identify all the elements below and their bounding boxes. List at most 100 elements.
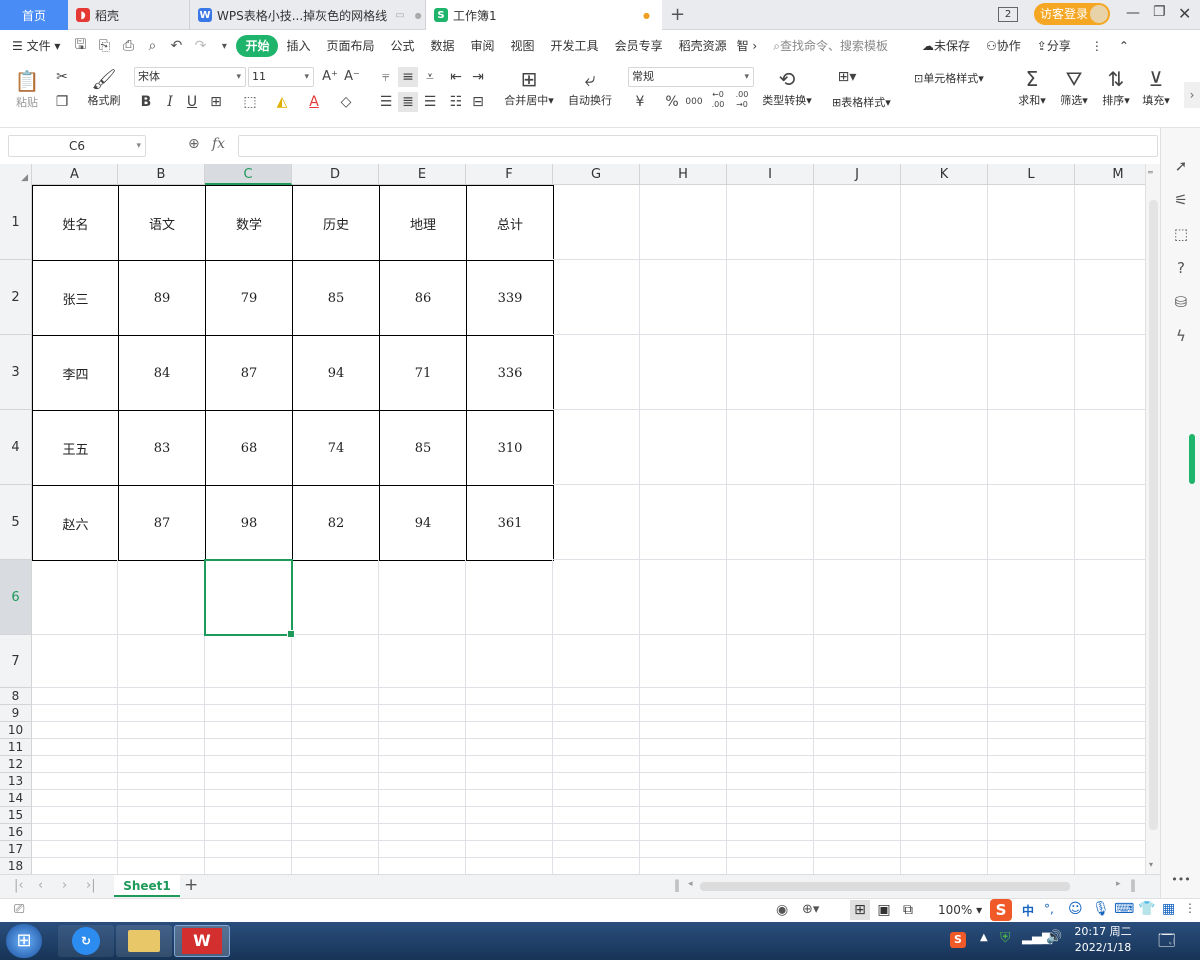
cell-D11[interactable] [292, 739, 379, 756]
cell-M15[interactable] [1075, 807, 1145, 824]
cell-M1[interactable] [1075, 185, 1145, 260]
cell-K15[interactable] [901, 807, 988, 824]
cell-B5[interactable]: 87 [118, 485, 206, 561]
cell-E12[interactable] [379, 756, 466, 773]
cell-E18[interactable] [379, 858, 466, 874]
print-icon[interactable]: ⎙ [116, 38, 140, 54]
row-header-2[interactable]: 2 [0, 260, 32, 335]
cell-C1[interactable]: 数学 [205, 185, 293, 261]
tray-sogou-icon[interactable]: S [950, 932, 966, 948]
cell-M13[interactable] [1075, 773, 1145, 790]
distributed-icon[interactable]: ⊟ [468, 92, 488, 112]
underline-button[interactable]: U [182, 92, 202, 112]
cell-F1[interactable]: 总计 [466, 185, 554, 261]
cell-L5[interactable] [988, 485, 1075, 560]
column-header-H[interactable]: H [640, 164, 727, 185]
cell-E6[interactable] [379, 560, 466, 635]
cell-C18[interactable] [205, 858, 292, 874]
last-sheet-icon[interactable]: ›| [86, 878, 96, 893]
hscroll-end-icon[interactable]: ‖ [1130, 878, 1136, 892]
cell-I17[interactable] [727, 841, 814, 858]
cell-J9[interactable] [814, 705, 901, 722]
justify-icon[interactable]: ☷ [446, 92, 466, 112]
cell-A13[interactable] [32, 773, 118, 790]
row-header-18[interactable]: 18 [0, 858, 32, 874]
cell-C16[interactable] [205, 824, 292, 841]
cell-G13[interactable] [553, 773, 640, 790]
cell-I1[interactable] [727, 185, 814, 260]
cell-L16[interactable] [988, 824, 1075, 841]
cell-F2[interactable]: 339 [466, 260, 554, 336]
cell-A14[interactable] [32, 790, 118, 807]
help-icon[interactable]: ? [1169, 256, 1193, 280]
cell-J17[interactable] [814, 841, 901, 858]
cell-G5[interactable] [553, 485, 640, 560]
row-header-14[interactable]: 14 [0, 790, 32, 807]
cell-E16[interactable] [379, 824, 466, 841]
cell-K6[interactable] [901, 560, 988, 635]
align-center-icon[interactable]: ≣ [398, 92, 418, 112]
cell-E9[interactable] [379, 705, 466, 722]
cell-K17[interactable] [901, 841, 988, 858]
tab-wps-article[interactable]: W WPS表格小技...掉灰色的网格线 ▭ ● [190, 0, 426, 30]
cell-M3[interactable] [1075, 335, 1145, 410]
cell-L14[interactable] [988, 790, 1075, 807]
cell-J15[interactable] [814, 807, 901, 824]
taskbar-browser-icon[interactable]: ↻ [58, 925, 114, 957]
tab-view[interactable]: 视图 [503, 35, 543, 57]
cell-B3[interactable]: 84 [118, 335, 206, 411]
cell-B6[interactable] [118, 560, 205, 635]
sum-button[interactable]: Σ 求和▾ [1014, 66, 1050, 108]
cell-D10[interactable] [292, 722, 379, 739]
cell-C7[interactable] [205, 635, 292, 688]
macro-record-icon[interactable]: ⎚ [14, 902, 24, 917]
cell-A9[interactable] [32, 705, 118, 722]
lightning-icon[interactable]: ϟ [1169, 324, 1193, 348]
cell-D18[interactable] [292, 858, 379, 874]
increase-decimal-button[interactable]: ←0 .00 [708, 90, 728, 110]
add-sheet-button[interactable]: + [184, 875, 198, 895]
cell-B13[interactable] [118, 773, 205, 790]
cell-G10[interactable] [553, 722, 640, 739]
cell-E4[interactable]: 85 [379, 410, 467, 486]
cell-F9[interactable] [466, 705, 553, 722]
normal-view-icon[interactable]: ⊞ [850, 900, 870, 920]
cell-E5[interactable]: 94 [379, 485, 467, 561]
cell-G2[interactable] [553, 260, 640, 335]
increase-font-icon[interactable]: A⁺ [320, 67, 340, 87]
cell-K18[interactable] [901, 858, 988, 874]
cell-L2[interactable] [988, 260, 1075, 335]
next-sheet-icon[interactable]: › [62, 878, 67, 893]
ime-punct-icon[interactable]: °, [1044, 902, 1054, 916]
cell-H8[interactable] [640, 688, 727, 705]
layout-icon[interactable]: ⬚ [1169, 222, 1193, 246]
page-break-view-icon[interactable]: ▣ [874, 900, 894, 920]
cell-E10[interactable] [379, 722, 466, 739]
collab-button[interactable]: ⚇协作 [978, 35, 1029, 57]
cell-J5[interactable] [814, 485, 901, 560]
cell-J10[interactable] [814, 722, 901, 739]
cell-B17[interactable] [118, 841, 205, 858]
cell-F5[interactable]: 361 [466, 485, 554, 561]
cell-K5[interactable] [901, 485, 988, 560]
cell-G15[interactable] [553, 807, 640, 824]
cell-K7[interactable] [901, 635, 988, 688]
row-header-16[interactable]: 16 [0, 824, 32, 841]
cell-K11[interactable] [901, 739, 988, 756]
cell-I6[interactable] [727, 560, 814, 635]
ime-toolbox-icon[interactable]: ▦ [1162, 901, 1175, 917]
cell-I18[interactable] [727, 858, 814, 874]
eye-protection-icon[interactable]: ◉ [776, 902, 788, 918]
cell-A8[interactable] [32, 688, 118, 705]
cell-J1[interactable] [814, 185, 901, 260]
reading-view-icon[interactable]: ⧉ [898, 900, 918, 920]
panel-handle[interactable] [1189, 434, 1195, 484]
cell-L4[interactable] [988, 410, 1075, 485]
row-header-11[interactable]: 11 [0, 739, 32, 756]
cell-C11[interactable] [205, 739, 292, 756]
row-header-7[interactable]: 7 [0, 635, 32, 688]
cell-K4[interactable] [901, 410, 988, 485]
cell-E8[interactable] [379, 688, 466, 705]
cell-C5[interactable]: 98 [205, 485, 293, 561]
cell-H10[interactable] [640, 722, 727, 739]
